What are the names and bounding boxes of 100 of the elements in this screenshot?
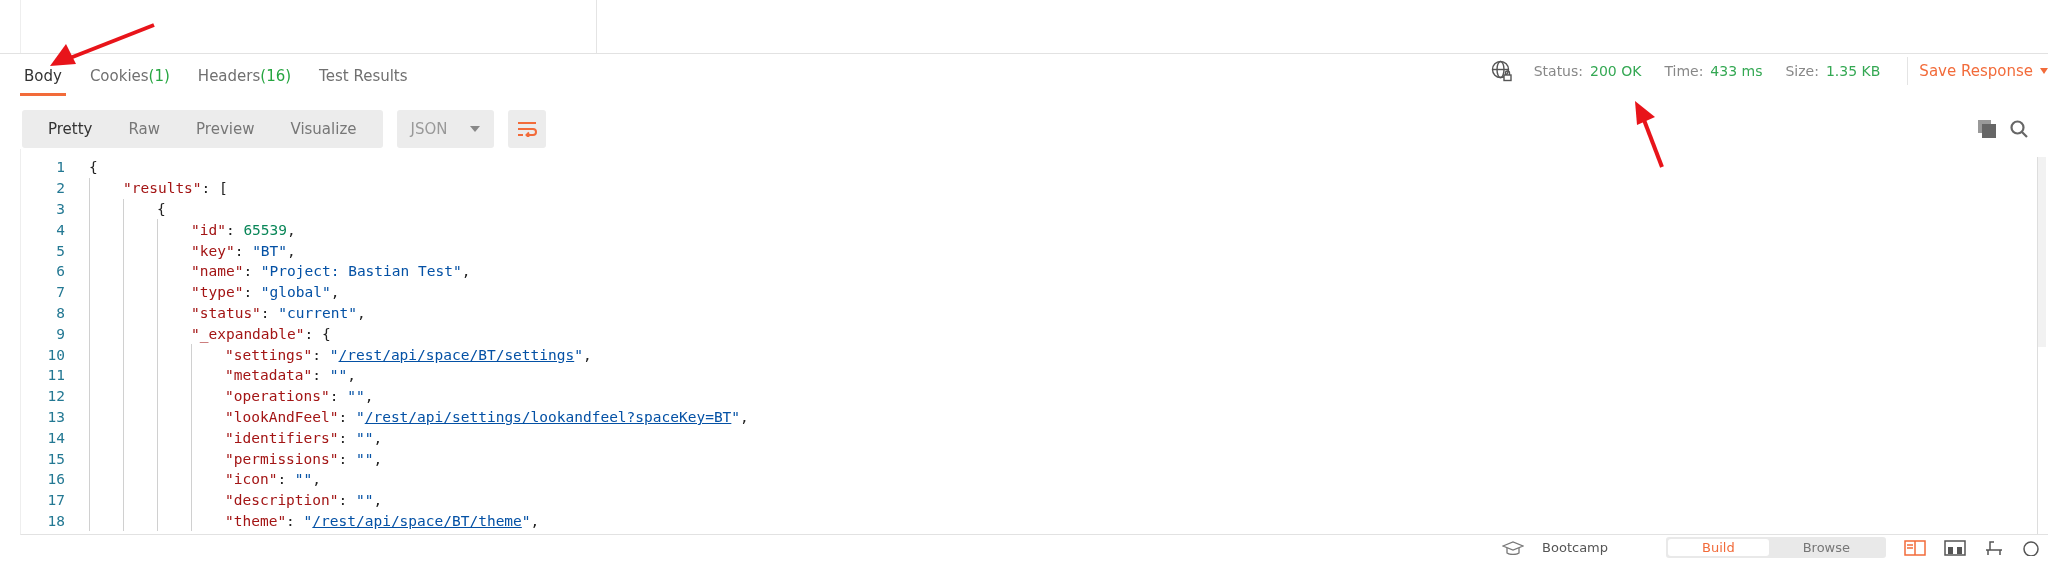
wrap-lines-button[interactable] [507,110,546,148]
json-string: " [521,512,531,529]
json-punctuation: : [338,408,349,425]
json-punctuation: , [347,367,356,384]
view-mode-tab[interactable]: Raw [114,120,175,138]
json-key: "name" [191,263,244,280]
line-number: 13 [46,408,66,425]
line-number: 14 [46,429,66,446]
line-number: 10 [46,346,66,363]
json-link[interactable]: /rest/api/space/BT/theme [312,512,522,529]
line-number: 18 [46,512,66,529]
json-punctuation: , [373,429,383,446]
json-key: "key" [191,242,235,259]
json-link[interactable]: /rest/api/space/BT/settings [338,346,575,363]
line-number: 2 [55,180,66,197]
line-number: 3 [55,201,66,217]
line-number: 16 [46,471,66,488]
json-string: "current" [278,304,357,321]
json-string: "" [294,471,313,488]
json-number: 65539 [243,221,288,238]
json-string: " [574,346,583,363]
json-punctuation: { [157,201,166,217]
json-punctuation: : [286,512,296,529]
json-key: "lookAndFeel" [225,408,339,425]
response-tab[interactable]: Test Results [315,67,412,96]
caret-icon[interactable] [2040,68,2048,74]
line-number: 4 [55,221,66,238]
line-number: 11 [46,367,66,384]
layout-icon[interactable] [1944,539,1966,556]
line-number: 15 [46,450,66,467]
response-tab[interactable]: Headers(16) [193,67,296,96]
line-number: 1 [55,159,66,176]
json-key: "identifiers" [225,429,339,446]
status-value: 433 ms [1710,63,1763,79]
response-tab[interactable]: Cookies(1) [85,67,174,96]
json-string: " [329,346,339,363]
json-punctuation: , [740,408,749,425]
json-punctuation: : [312,367,323,384]
json-key: "permissions" [225,450,339,467]
json-string: "Project: Bastian Test" [260,263,462,280]
search-icon[interactable] [2010,120,2028,138]
json-key: "metadata" [225,367,313,384]
mode-tab[interactable]: Build [1668,539,1769,556]
copy-icon[interactable] [1978,120,1996,138]
json-punctuation: : { [304,325,331,342]
json-punctuation: , [530,512,540,529]
line-number: 7 [55,284,66,301]
status-value: 1.35 KB [1825,63,1881,79]
mode-tab[interactable]: Browse [1768,539,1884,556]
json-punctuation: , [287,242,296,259]
json-punctuation: : [338,429,349,446]
json-string: "BT" [252,242,288,259]
json-punctuation: , [287,221,296,238]
json-key: "description" [225,492,339,509]
json-punctuation: { [89,159,98,176]
json-string: "global" [260,284,331,301]
view-mode-tab[interactable]: Visualize [276,120,371,138]
json-string: " [355,408,365,425]
json-string: "" [355,450,374,467]
globe-lock-icon[interactable] [1490,60,1513,82]
bootcamp-link[interactable]: Bootcamp [1542,540,1608,555]
json-punctuation: , [373,450,383,467]
line-number: 5 [55,242,66,259]
scrollbar[interactable] [2037,157,2046,534]
graduation-cap-icon[interactable] [1502,540,1525,555]
line-number: 6 [55,263,66,280]
json-key: "icon" [225,471,278,488]
json-punctuation: : [260,304,271,321]
view-mode-tab[interactable]: Pretty [34,120,107,138]
json-key: "status" [191,304,261,321]
json-key: "operations" [225,388,330,405]
json-string: " [731,408,741,425]
annotation-arrow [1632,100,1666,170]
json-string: "" [329,367,348,384]
json-link[interactable]: /rest/api/settings/lookandfeel?spaceKey=BT [364,408,732,425]
json-punctuation: , [461,263,471,280]
json-key: "_expandable" [191,325,305,342]
json-punctuation: : [ [201,180,228,197]
json-punctuation: : [338,450,349,467]
json-punctuation: , [356,304,366,321]
help-icon[interactable] [2022,539,2040,556]
json-punctuation: : [277,471,288,488]
json-punctuation: : [243,263,254,280]
json-string: " [303,512,313,529]
status-label: Size: [1785,63,1819,79]
json-string: "" [355,492,374,509]
json-string: "" [347,388,365,405]
json-punctuation: , [364,388,374,405]
save-response-button[interactable]: Save Response [1919,62,2033,80]
json-punctuation: , [330,284,340,301]
json-punctuation: : [329,388,340,405]
json-string: "" [355,429,374,446]
book-icon[interactable] [1904,539,1926,556]
line-number: 17 [46,492,66,509]
json-punctuation: , [373,492,383,509]
line-number: 12 [46,388,66,405]
desk-icon[interactable] [1984,539,2004,556]
view-mode-tab[interactable]: Preview [182,120,269,138]
json-key: "id" [191,221,226,238]
status-value: 200 OK [1590,63,1642,79]
